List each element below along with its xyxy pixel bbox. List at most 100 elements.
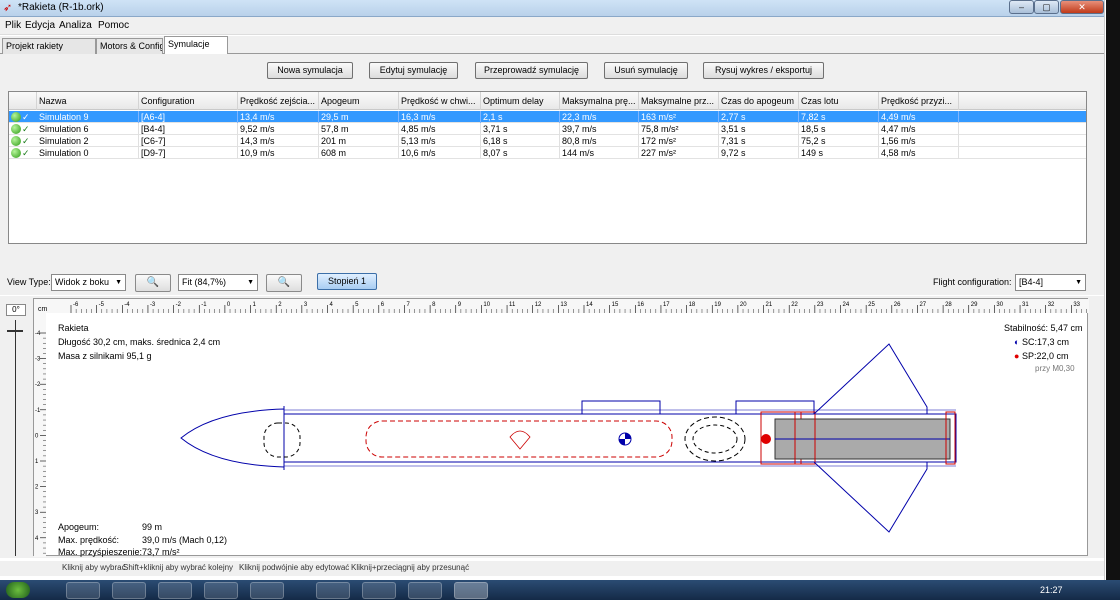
table-cell: 8,07 s bbox=[481, 147, 560, 159]
table-row[interactable]: ✓ Simulation 9 [A6-4] 13,4 m/s 29,5 m 16,3 m/… bbox=[9, 111, 1086, 123]
taskbar-media[interactable] bbox=[112, 582, 146, 599]
table-row[interactable]: ✓ Simulation 2 [C6-7] 14,3 m/s 201 m 5,13 m/s… bbox=[9, 135, 1086, 147]
header-max-accel[interactable]: Maksymalne prz... bbox=[639, 92, 719, 110]
rotation-slider-handle[interactable] bbox=[7, 330, 23, 332]
ruler-tick-label: 21 bbox=[766, 302, 773, 308]
table-cell: 201 m bbox=[319, 135, 399, 147]
view-type-label: View Type: bbox=[7, 277, 51, 287]
start-button[interactable] bbox=[6, 582, 30, 598]
table-cell: 13,4 m/s bbox=[238, 111, 319, 123]
magnifier-zoom-in-icon: 🔍 bbox=[146, 277, 160, 288]
run-simulation-button[interactable]: Przeprowadź symulację bbox=[475, 62, 588, 79]
nose-cone bbox=[180, 408, 285, 468]
header-optimum-delay[interactable]: Optimum delay bbox=[481, 92, 560, 110]
ruler-tick-label: 32 bbox=[1048, 302, 1055, 308]
zoom-select[interactable]: Fit (84,7%) ▼ bbox=[178, 274, 258, 291]
header-time-apogee[interactable]: Czas do apogeum bbox=[719, 92, 799, 110]
check-icon: ✓ bbox=[22, 136, 30, 146]
center-of-pressure-marker bbox=[761, 434, 771, 444]
cg-legend-icon: ◐ bbox=[1014, 337, 1020, 347]
header-ground-speed[interactable]: Prędkość przyzi... bbox=[879, 92, 959, 110]
rocket-mass: Masa z silnikami 95,1 g bbox=[58, 351, 152, 361]
taskbar-app4[interactable] bbox=[204, 582, 238, 599]
flight-config-select[interactable]: [B4-4] ▼ bbox=[1015, 274, 1086, 291]
header-deploy-speed[interactable]: Prędkość w chwi... bbox=[399, 92, 481, 110]
zoom-in-button[interactable]: 🔍 bbox=[135, 274, 171, 292]
table-cell: 7,31 s bbox=[719, 135, 799, 147]
fin-top bbox=[813, 343, 928, 415]
title-bar: ➶ *Rakieta (R-1b.ork) – ▢ ✕ bbox=[0, 0, 1120, 17]
plot-export-button[interactable]: Rysuj wykres / eksportuj bbox=[703, 62, 824, 79]
shock-cord-mass bbox=[263, 422, 301, 458]
view-type-value: Widok z boku bbox=[55, 277, 110, 287]
menu-edit[interactable]: Edycja bbox=[25, 20, 55, 31]
table-row[interactable]: ✓ Simulation 6 [B4-4] 9,52 m/s 57,8 m 4,85 m/… bbox=[9, 123, 1086, 135]
minimize-button[interactable]: – bbox=[1009, 0, 1034, 14]
header-apogee[interactable]: Apogeum bbox=[319, 92, 399, 110]
scrollbar-thumb[interactable] bbox=[1106, 0, 1120, 580]
taskbar-app3[interactable] bbox=[158, 582, 192, 599]
table-cell: 4,58 m/s bbox=[879, 147, 959, 159]
status-hint-edit: Kliknij podwójnie aby edytować bbox=[239, 563, 350, 572]
close-button[interactable]: ✕ bbox=[1060, 0, 1104, 14]
tab-simulations[interactable]: Symulacje lotu bbox=[164, 36, 228, 63]
check-icon: ✓ bbox=[22, 112, 30, 122]
taskbar-excel[interactable] bbox=[250, 582, 284, 599]
menu-file[interactable]: Plik bbox=[5, 20, 21, 31]
status-ok-icon bbox=[11, 136, 21, 146]
taskbar-firefox[interactable] bbox=[408, 582, 442, 599]
taskbar-ie[interactable] bbox=[316, 582, 350, 599]
ruler-tick-label: 20 bbox=[740, 302, 747, 308]
taskbar-word[interactable] bbox=[362, 582, 396, 599]
table-cell: 7,82 s bbox=[799, 111, 879, 123]
header-name[interactable]: Nazwa bbox=[37, 92, 139, 110]
table-cell: [A6-4] bbox=[139, 111, 238, 123]
view-type-select[interactable]: Widok z boku ▼ bbox=[51, 274, 126, 291]
max-speed-value: 39,0 m/s (Mach 0,12) bbox=[142, 535, 228, 545]
table-cell: Simulation 0 bbox=[37, 147, 139, 159]
horizontal-ruler: -6 -5 -4 -3 -2 -1 0 1 2 3 4 5 6 7 8 9 10 11 12 13 14 15 16 17 18… bbox=[34, 299, 1089, 313]
taskbar-openrocket[interactable] bbox=[454, 582, 488, 599]
stage-1-button[interactable]: Stopień 1 bbox=[317, 273, 377, 290]
taskbar-explorer[interactable] bbox=[66, 582, 100, 599]
zoom-out-button[interactable]: 🔍 bbox=[266, 274, 302, 292]
table-row[interactable]: ✓ Simulation 0 [D9-7] 10,9 m/s 608 m 10,6 m/s… bbox=[9, 147, 1086, 159]
table-cell: 3,51 s bbox=[719, 123, 799, 135]
table-cell: 144 m/s bbox=[560, 147, 639, 159]
flight-config-label: Flight configuration: bbox=[933, 277, 1012, 287]
table-cell: 1,56 m/s bbox=[879, 135, 959, 147]
header-max-speed[interactable]: Maksymalna prę... bbox=[560, 92, 639, 110]
tab-motors[interactable]: Motors & Configuration bbox=[96, 38, 163, 54]
maximize-button[interactable]: ▢ bbox=[1034, 0, 1059, 14]
cp-legend: ● SP:22,0 cm bbox=[1014, 351, 1068, 361]
rotation-slider-track bbox=[15, 320, 16, 556]
table-cell: 6,18 s bbox=[481, 135, 560, 147]
rocket-canvas[interactable]: -6 -5 -4 -3 -2 -1 0 1 2 3 4 5 6 7 8 9 10 11 12 13 14 15 16 17 18… bbox=[33, 298, 1089, 557]
status-hint-drag: Kliknij+przeciągnij aby przesunąć bbox=[351, 563, 470, 572]
menu-analysis[interactable]: Analiza bbox=[59, 20, 92, 31]
ruler-unit-label: cm bbox=[38, 306, 48, 313]
table-cell: Simulation 9 bbox=[37, 111, 139, 123]
ruler-tick-label: 31 bbox=[1022, 302, 1029, 308]
ruler-tick-label: 28 bbox=[945, 302, 952, 308]
ruler-tick-label: 11 bbox=[509, 302, 516, 308]
delete-simulation-button[interactable]: Usuń symulację bbox=[604, 62, 688, 79]
screen-edge-scrollbar[interactable] bbox=[1104, 0, 1120, 580]
rotation-label: 0° bbox=[6, 304, 26, 316]
new-simulation-button[interactable]: Nowa symulacja bbox=[267, 62, 353, 79]
window-title: *Rakieta (R-1b.ork) bbox=[18, 2, 104, 13]
header-configuration[interactable]: Configuration bbox=[139, 92, 238, 110]
ruler-tick-label: 15 bbox=[612, 302, 619, 308]
edit-simulation-button[interactable]: Edytuj symulację bbox=[369, 62, 458, 79]
tab-bar: Projekt rakiety Motors & Configuration S… bbox=[0, 36, 1104, 63]
table-cell: 5,13 m/s bbox=[399, 135, 481, 147]
header-descent-speed[interactable]: Prędkość zejścia... bbox=[238, 92, 319, 110]
tab-rocket-design[interactable]: Projekt rakiety bbox=[2, 38, 96, 54]
ruler-tick-label: 26 bbox=[894, 302, 901, 308]
table-cell: 22,3 m/s bbox=[560, 111, 639, 123]
menu-help[interactable]: Pomoc bbox=[98, 20, 129, 31]
stability-label: Stabilność: 5,47 cm bbox=[1004, 323, 1083, 333]
table-cell: [C6-7] bbox=[139, 135, 238, 147]
header-flight-time[interactable]: Czas lotu bbox=[799, 92, 879, 110]
table-cell: 2,1 s bbox=[481, 111, 560, 123]
